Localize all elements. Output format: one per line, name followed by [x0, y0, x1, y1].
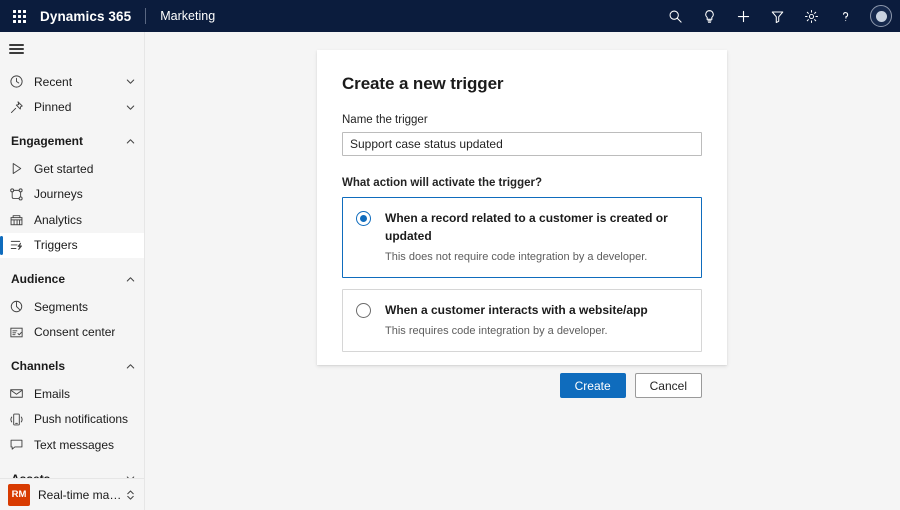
sidebar-item-get-started[interactable]: Get started — [0, 156, 144, 182]
area-badge: RM — [8, 484, 30, 506]
chevron-down-icon — [125, 76, 136, 87]
sidebar-group-engagement[interactable]: Engagement — [0, 126, 144, 156]
pin-icon — [9, 99, 27, 115]
sidebar-item-label: Pinned — [34, 100, 71, 114]
create-trigger-panel: Create a new trigger Name the trigger Wh… — [317, 50, 727, 365]
sidebar-item-label: Get started — [34, 162, 93, 176]
create-button[interactable]: Create — [560, 373, 626, 398]
main-content: Create a new trigger Name the trigger Wh… — [145, 32, 900, 510]
analytics-icon — [9, 212, 27, 228]
sidebar-item-pinned[interactable]: Pinned — [0, 95, 144, 121]
chevron-up-icon — [125, 361, 136, 372]
sidebar-group-assets[interactable]: Assets — [0, 464, 144, 479]
sidebar-nav-list: Recent Pinned Engagement — [0, 32, 144, 478]
search-icon[interactable] — [658, 0, 692, 32]
trigger-name-input[interactable] — [342, 132, 702, 156]
plus-icon[interactable] — [726, 0, 760, 32]
waffle-grid-icon — [13, 10, 26, 23]
app-launcher-button[interactable] — [0, 0, 38, 32]
journeys-icon — [9, 186, 27, 202]
option-description: This does not require code integration b… — [385, 250, 688, 264]
chevron-down-icon — [125, 102, 136, 113]
sidebar-group-audience[interactable]: Audience — [0, 264, 144, 294]
lightbulb-icon[interactable] — [692, 0, 726, 32]
option-text: When a customer interacts with a website… — [385, 301, 648, 338]
header-actions — [658, 0, 900, 32]
question-icon[interactable] — [828, 0, 862, 32]
sidebar-item-consent-center[interactable]: Consent center — [0, 320, 144, 346]
sidebar-item-label: Text messages — [34, 438, 114, 452]
avatar[interactable] — [862, 0, 900, 32]
sidebar-item-label: Segments — [34, 300, 88, 314]
trigger-option-website-app[interactable]: When a customer interacts with a website… — [342, 289, 702, 352]
sidebar-item-label: Analytics — [34, 213, 82, 227]
option-title: When a customer interacts with a website… — [385, 303, 648, 317]
app-name-label[interactable]: Marketing — [160, 9, 215, 23]
area-switcher[interactable]: RM Real-time marketi... — [0, 478, 144, 510]
option-description: This requires code integration by a deve… — [385, 324, 648, 338]
sidebar-item-segments[interactable]: Segments — [0, 294, 144, 320]
sms-icon — [9, 437, 27, 453]
sidebar-item-label: Push notifications — [34, 412, 128, 426]
sidebar-item-label: Triggers — [34, 238, 78, 252]
filter-icon[interactable] — [760, 0, 794, 32]
sidebar-item-label: Consent center — [34, 325, 115, 339]
sidebar-item-triggers[interactable]: Triggers — [0, 233, 144, 259]
top-header-bar: Dynamics 365 Marketing — [0, 0, 900, 32]
sidebar: Recent Pinned Engagement — [0, 32, 145, 510]
trigger-option-record-related[interactable]: When a record related to a customer is c… — [342, 197, 702, 278]
dialog-actions: Create Cancel — [342, 373, 702, 398]
sidebar-item-emails[interactable]: Emails — [0, 381, 144, 407]
radio-dot — [360, 215, 367, 222]
email-icon — [9, 386, 27, 402]
gear-icon[interactable] — [794, 0, 828, 32]
sidebar-group-channels[interactable]: Channels — [0, 351, 144, 381]
triggers-icon — [9, 237, 27, 253]
chevron-up-icon — [125, 136, 136, 147]
header-divider — [145, 8, 146, 24]
sidebar-item-analytics[interactable]: Analytics — [0, 207, 144, 233]
sidebar-group-label: Channels — [11, 359, 65, 373]
play-icon — [9, 161, 27, 177]
chevron-updown-icon — [125, 489, 136, 501]
cancel-button[interactable]: Cancel — [635, 373, 702, 398]
sidebar-item-label: Journeys — [34, 187, 83, 201]
avatar-circle — [870, 5, 892, 27]
trigger-name-label: Name the trigger — [342, 114, 702, 126]
page-title: Create a new trigger — [342, 74, 702, 94]
sidebar-item-journeys[interactable]: Journeys — [0, 182, 144, 208]
sidebar-collapse-button[interactable] — [0, 32, 144, 66]
trigger-action-question: What action will activate the trigger? — [342, 177, 702, 189]
radio-icon[interactable] — [356, 303, 371, 318]
area-switcher-label: Real-time marketi... — [38, 488, 122, 502]
sidebar-group-label: Engagement — [11, 134, 83, 148]
sidebar-item-label: Emails — [34, 387, 70, 401]
sidebar-group-label: Audience — [11, 272, 65, 286]
hamburger-icon — [9, 42, 24, 57]
chevron-up-icon — [125, 274, 136, 285]
sidebar-item-label: Recent — [34, 75, 72, 89]
segments-icon — [9, 299, 27, 315]
push-icon — [9, 411, 27, 427]
sidebar-item-recent[interactable]: Recent — [0, 69, 144, 95]
radio-icon[interactable] — [356, 211, 371, 226]
consent-icon — [9, 324, 27, 340]
option-text: When a record related to a customer is c… — [385, 209, 688, 264]
brand-title[interactable]: Dynamics 365 — [38, 9, 131, 24]
sidebar-item-text-messages[interactable]: Text messages — [0, 432, 144, 458]
avatar-image — [876, 11, 887, 22]
sidebar-item-push-notifications[interactable]: Push notifications — [0, 407, 144, 433]
option-title: When a record related to a customer is c… — [385, 211, 668, 243]
clock-icon — [9, 74, 27, 90]
